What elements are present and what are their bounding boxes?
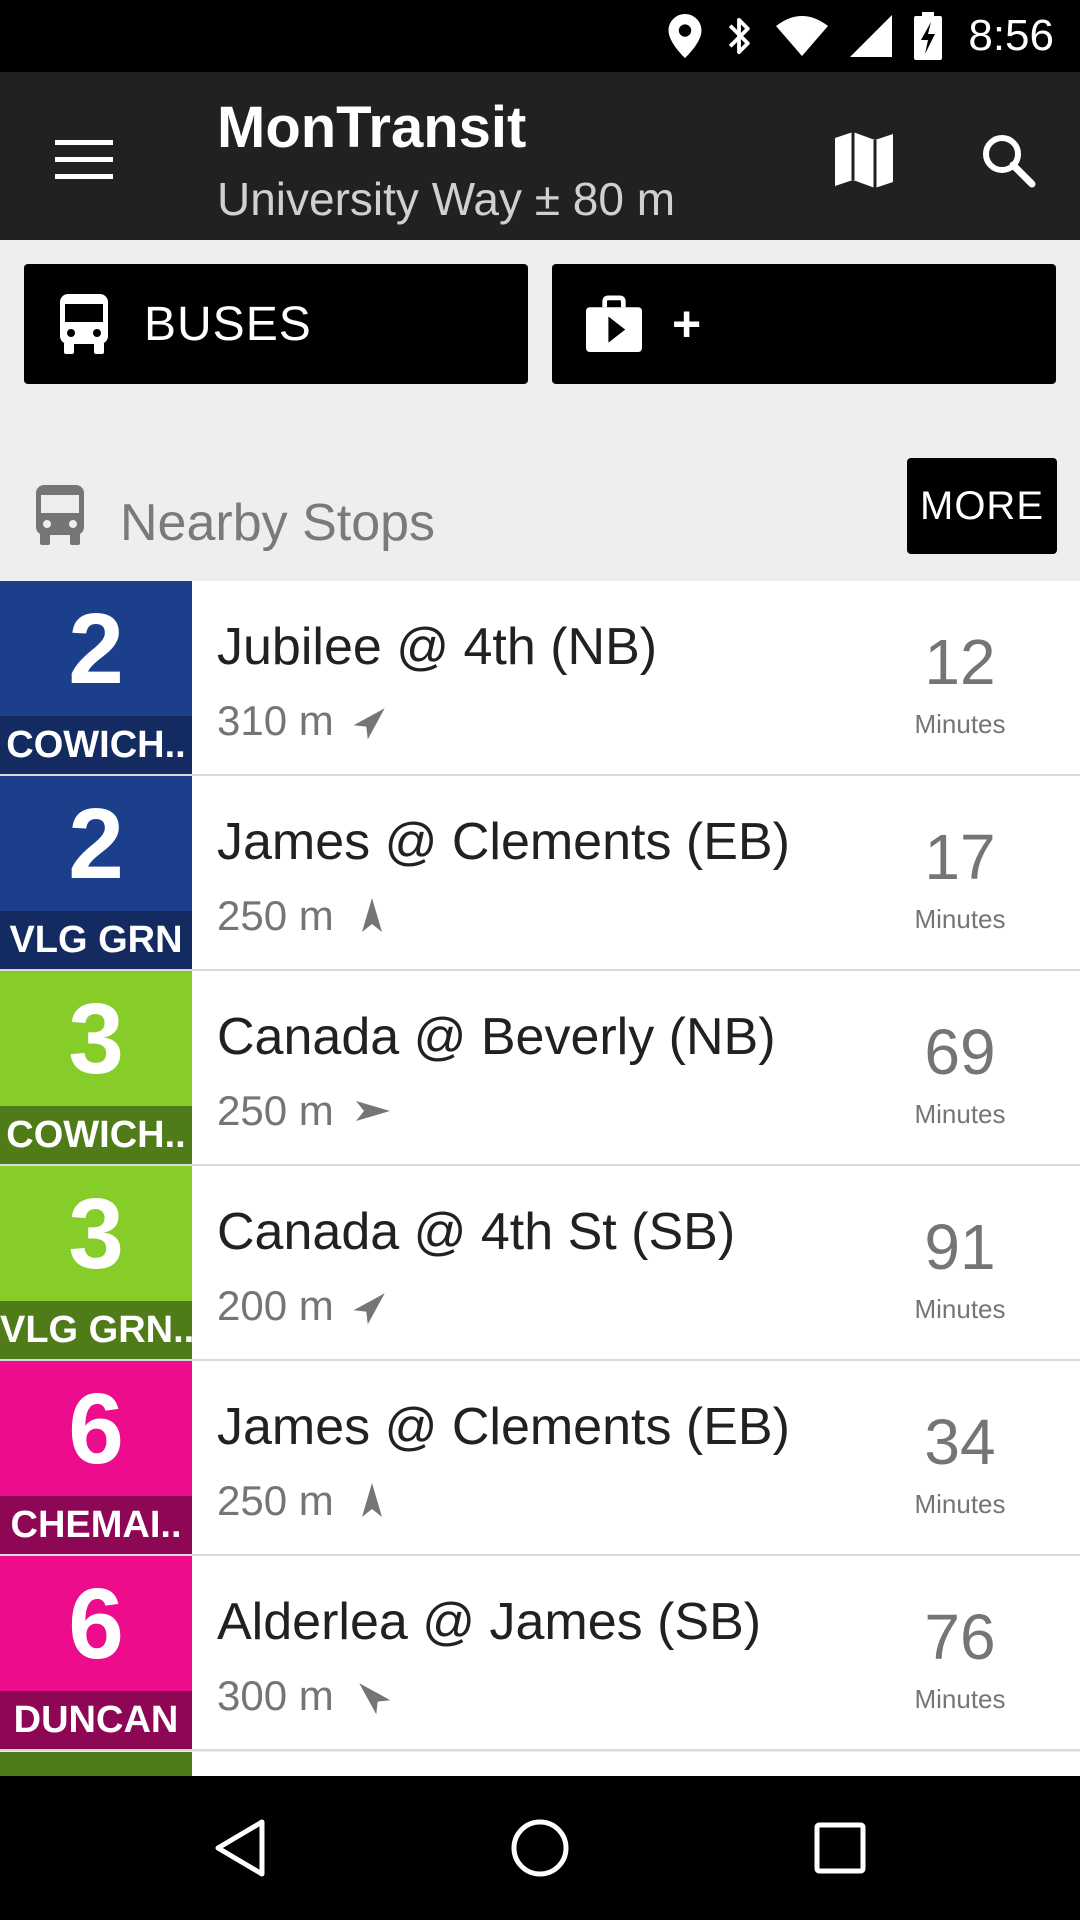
- distance-text: 250 m: [217, 1477, 334, 1524]
- eta-value: 17: [924, 821, 996, 893]
- route-headsign: DUNCAN: [0, 1691, 192, 1749]
- route-number: 6: [68, 1373, 124, 1485]
- route-headsign: COWICH..: [0, 1106, 192, 1164]
- eta-unit: Minutes: [914, 904, 1006, 934]
- direction-arrow-icon: [361, 1483, 382, 1517]
- distance-text: 310 m: [217, 697, 334, 744]
- menu-icon: [55, 140, 113, 179]
- stop-name: Jubilee @ 4th (NB): [217, 618, 658, 676]
- eta-unit: Minutes: [914, 1099, 1006, 1129]
- eta-unit: Minutes: [914, 709, 1006, 739]
- route-tile[interactable]: 3 COWICH..: [0, 971, 192, 1164]
- buses-button[interactable]: BUSES: [24, 264, 528, 384]
- stop-list-item[interactable]: 6 DUNCAN Alderlea @ James (SB) 300 m 76 Minut…: [0, 1556, 1080, 1751]
- route-number: 6: [68, 1568, 124, 1680]
- back-icon: [215, 1819, 265, 1877]
- direction-arrow-icon: [361, 898, 382, 932]
- direction-arrow-icon: [353, 708, 385, 740]
- bus-icon: [58, 294, 114, 354]
- route-number: 2: [68, 593, 124, 705]
- battery-charging-icon: [914, 12, 943, 60]
- eta-value: 76: [924, 1601, 996, 1673]
- home-button[interactable]: [480, 1798, 600, 1898]
- play-store-icon: [586, 294, 642, 354]
- direction-arrow-icon: [359, 1683, 391, 1715]
- stop-distance: 250 m: [217, 1087, 392, 1135]
- location-icon: [668, 14, 702, 58]
- distance-text: 200 m: [217, 1282, 334, 1329]
- stop-name: Canada @ 4th St (SB): [217, 1203, 736, 1261]
- signal-icon: [850, 15, 893, 57]
- stop-distance: 310 m: [217, 697, 392, 745]
- location-subtitle: University Way ± 80 m: [217, 173, 676, 225]
- stop-name: Alderlea @ James (SB): [217, 1593, 762, 1651]
- search-button[interactable]: [964, 116, 1052, 204]
- recents-button[interactable]: [780, 1798, 900, 1898]
- stop-list-item[interactable]: 6 CHEMAI.. James @ Clements (EB) 250 m 34 Min…: [0, 1361, 1080, 1556]
- toolbar: MonTransit University Way ± 80 m: [0, 72, 1080, 240]
- eta-value: 12: [924, 626, 996, 698]
- map-button[interactable]: [820, 116, 908, 204]
- menu-button[interactable]: [40, 116, 128, 204]
- route-headsign: VLG GRN: [0, 911, 192, 969]
- eta-unit: Minutes: [914, 1489, 1006, 1519]
- stop-list: 2 COWICH.. Jubilee @ 4th (NB) 310 m 12 Minute…: [0, 581, 1080, 1751]
- stop-list-item[interactable]: 3 COWICH.. Canada @ Beverly (NB) 250 m 69 Min…: [0, 971, 1080, 1166]
- route-tile[interactable]: 6 DUNCAN: [0, 1556, 192, 1749]
- eta-unit: Minutes: [914, 1684, 1006, 1714]
- stop-distance: 250 m: [217, 1477, 392, 1525]
- stop-list-item[interactable]: 2 COWICH.. Jubilee @ 4th (NB) 310 m 12 Minute…: [0, 581, 1080, 776]
- route-headsign: COWICH..: [0, 716, 192, 774]
- eta-unit: Minutes: [914, 1294, 1006, 1324]
- nearby-stops-header: Nearby Stops MORE: [0, 455, 1080, 581]
- stop-name: James @ Clements (EB): [217, 1398, 790, 1456]
- map-icon: [835, 132, 893, 188]
- app-title: MonTransit: [217, 95, 527, 160]
- navigation-bar: [0, 1776, 1080, 1920]
- recents-icon: [814, 1822, 866, 1874]
- distance-text: 300 m: [217, 1672, 334, 1719]
- status-time: 8:56: [968, 11, 1054, 60]
- nearby-stops-title: Nearby Stops: [120, 494, 436, 552]
- route-tile[interactable]: 6 CHEMAI..: [0, 1361, 192, 1554]
- route-tile[interactable]: 3 VLG GRN..: [0, 1166, 192, 1359]
- distance-text: 250 m: [217, 1087, 334, 1134]
- add-agency-button[interactable]: +: [552, 264, 1056, 384]
- search-icon: [983, 135, 1036, 188]
- stop-name: Canada @ Beverly (NB): [217, 1008, 776, 1066]
- stop-distance: 300 m: [217, 1672, 392, 1720]
- route-number: 2: [68, 788, 124, 900]
- stop-name: James @ Clements (EB): [217, 813, 790, 871]
- route-number: 3: [68, 1178, 124, 1290]
- eta-value: 69: [924, 1016, 996, 1088]
- direction-arrow-icon: [355, 1101, 390, 1121]
- route-tile: [0, 1752, 192, 1776]
- back-button[interactable]: [180, 1798, 300, 1898]
- eta-value: 34: [924, 1406, 996, 1478]
- buses-label: BUSES: [144, 297, 312, 351]
- stop-list-item[interactable]: 2 VLG GRN James @ Clements (EB) 250 m 17 Minu…: [0, 776, 1080, 971]
- route-tile[interactable]: 2 VLG GRN: [0, 776, 192, 969]
- add-label: +: [672, 296, 703, 352]
- route-headsign: VLG GRN..: [0, 1301, 192, 1359]
- eta-value: 91: [924, 1211, 996, 1283]
- partial-list-item: [0, 1752, 1080, 1776]
- stop-distance: 200 m: [217, 1282, 392, 1330]
- route-tile[interactable]: 2 COWICH..: [0, 581, 192, 774]
- direction-arrow-icon: [353, 1293, 385, 1325]
- distance-text: 250 m: [217, 892, 334, 939]
- wifi-icon: [776, 16, 829, 56]
- home-icon: [511, 1819, 569, 1877]
- status-icons: 8:56: [668, 0, 1054, 72]
- bluetooth-icon: [724, 14, 754, 58]
- more-button[interactable]: MORE: [907, 458, 1057, 554]
- bus-icon: [36, 485, 84, 545]
- stop-list-item[interactable]: 3 VLG GRN.. Canada @ 4th St (SB) 200 m 91 Min…: [0, 1166, 1080, 1361]
- route-headsign: CHEMAI..: [0, 1496, 192, 1554]
- status-bar: 8:56: [0, 0, 1080, 72]
- route-number: 3: [68, 983, 124, 1095]
- stop-distance: 250 m: [217, 892, 392, 940]
